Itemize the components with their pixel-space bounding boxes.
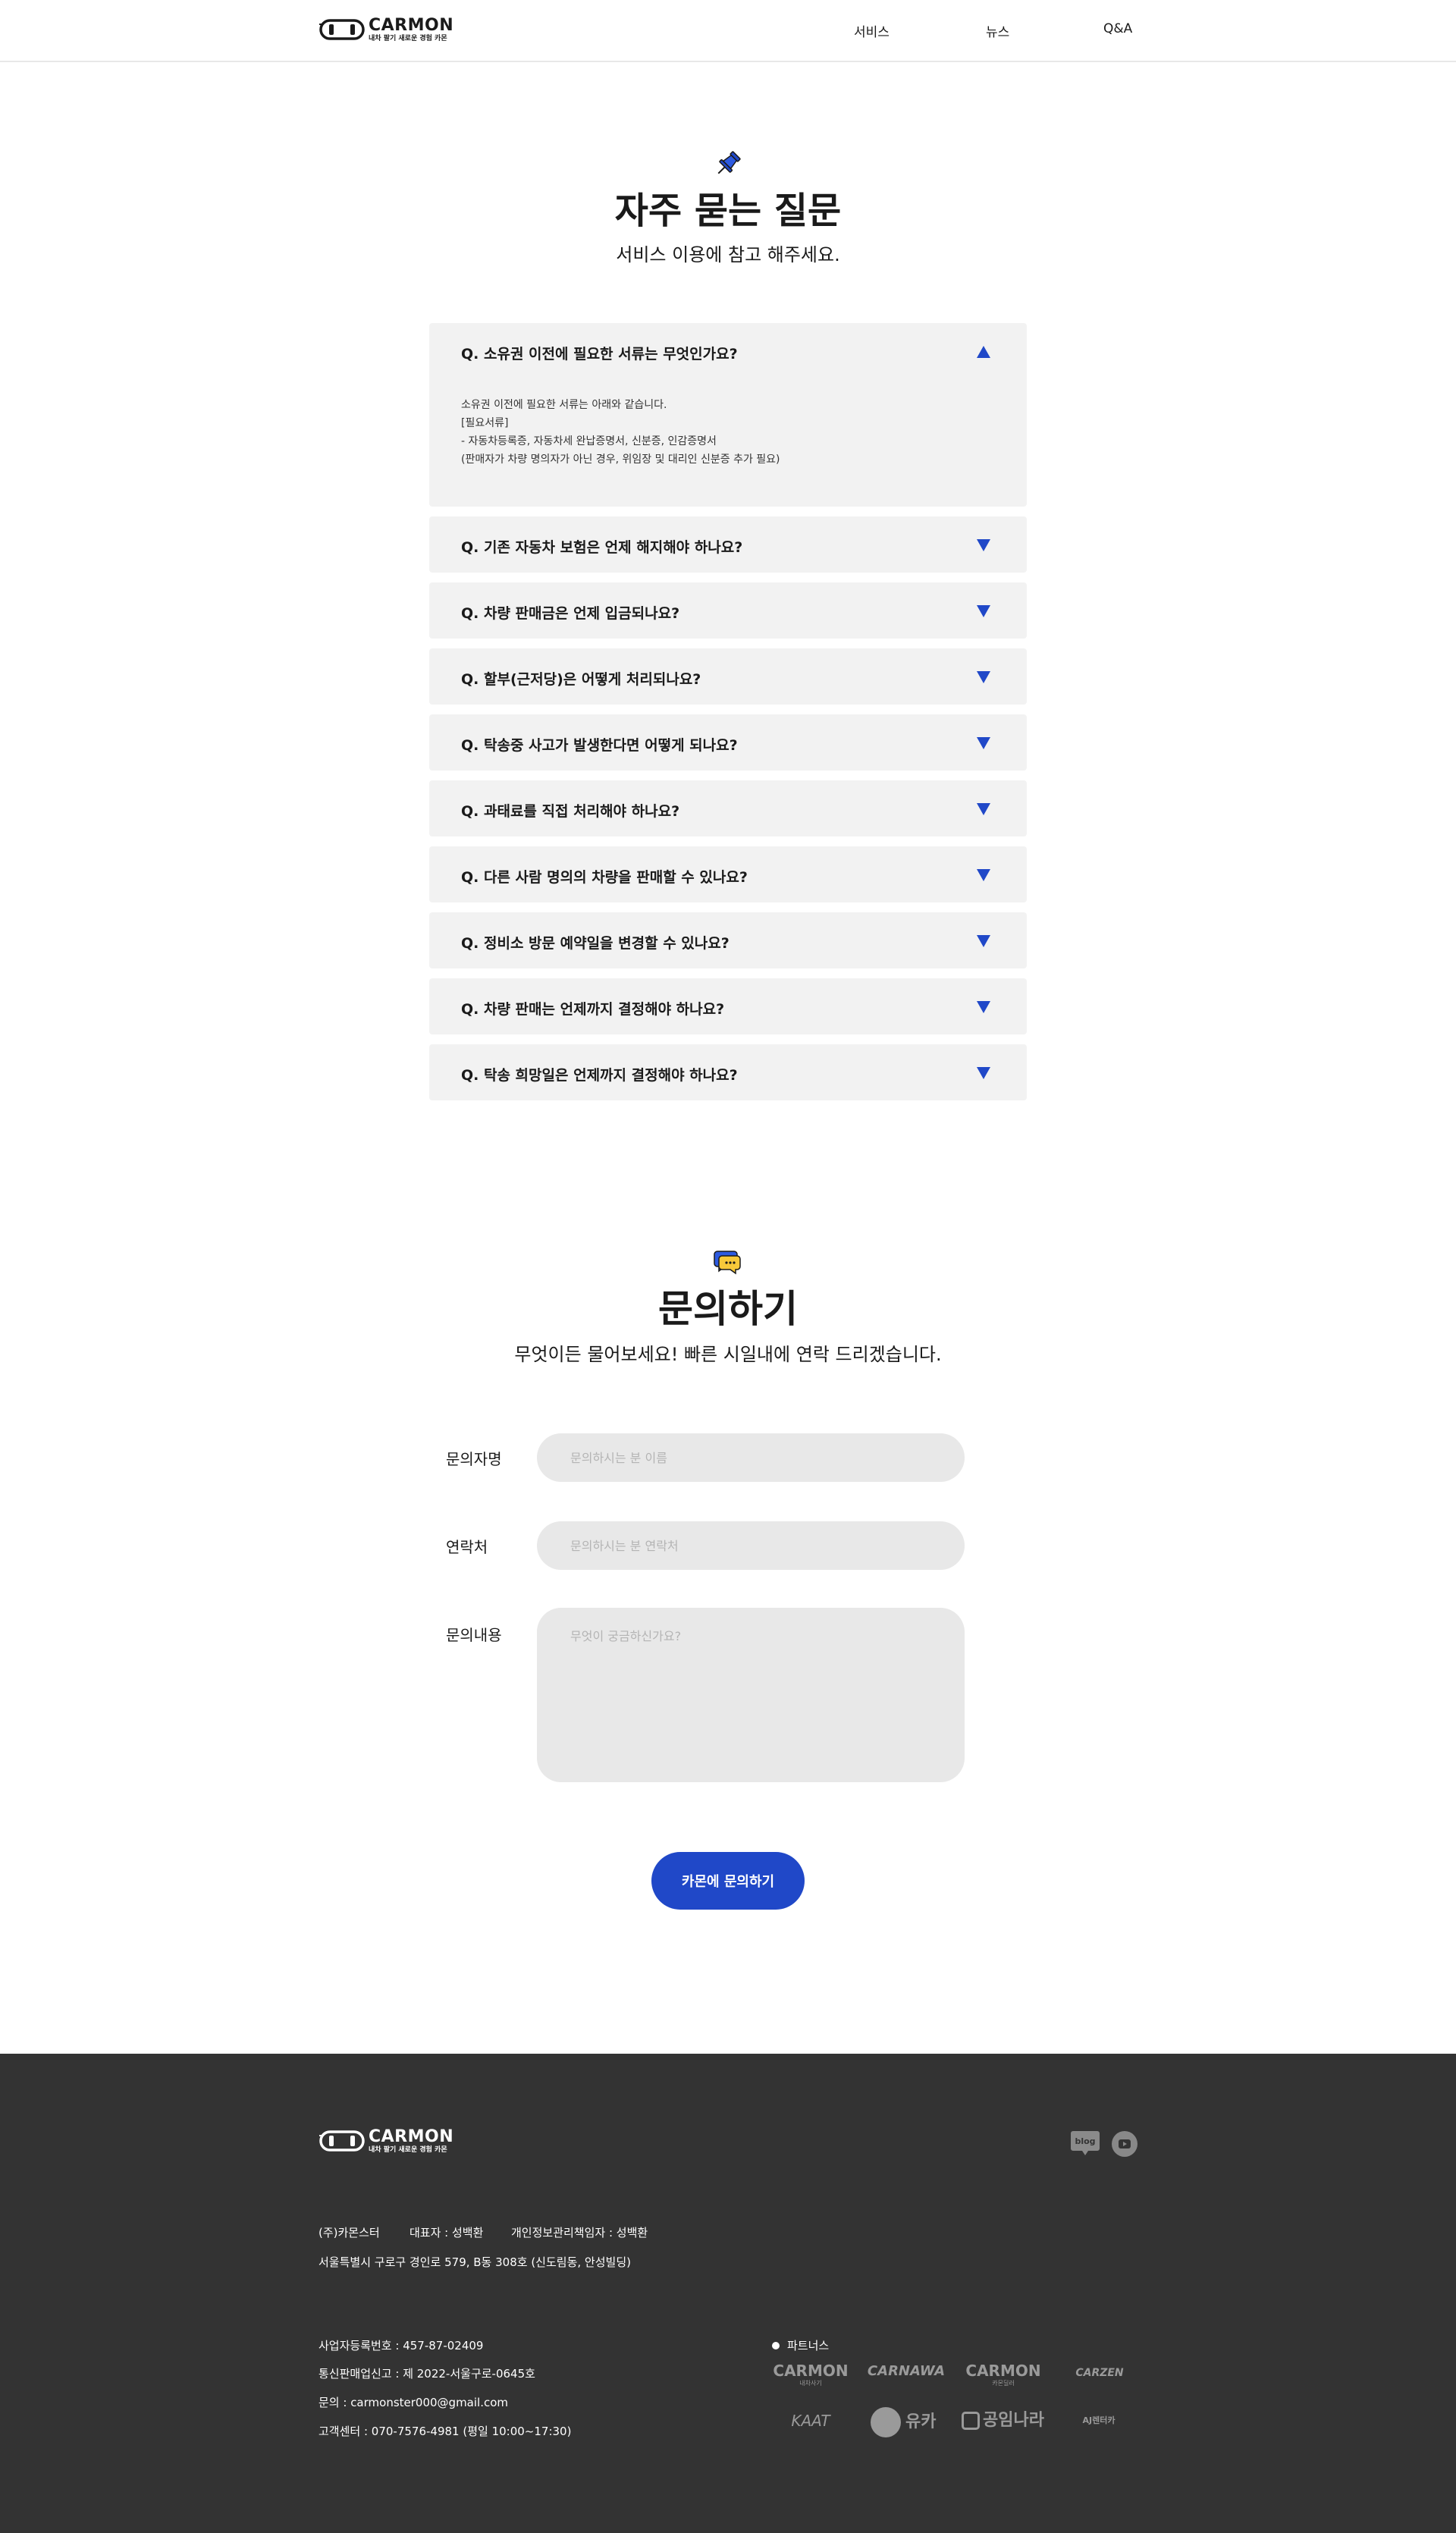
faq-question: Q. 소유권 이전에 필요한 서류는 무엇인가요? (461, 346, 738, 363)
partner-name: 유카 (905, 2412, 937, 2431)
arrow-down-icon[interactable] (977, 539, 990, 551)
pushpin-icon (717, 151, 741, 174)
hexagon-icon (962, 2412, 980, 2430)
inquiry-subtitle: 무엇이든 물어보세요! 빠른 시일내에 연락 드리겠습니다. (514, 1344, 942, 1365)
bullet-dot-icon (772, 2341, 780, 2349)
faq-question: Q. 탁송중 사고가 발생한다면 어떻게 되나요? (461, 737, 738, 754)
faq-question: Q. 정비소 방문 예약일을 변경할 수 있나요? (461, 935, 730, 952)
ecommerce-number: 통신판매업신고 : 제 2022-서울구로-0645호 (318, 2367, 535, 2381)
partner-name: CARNAWA (867, 2363, 946, 2379)
faq-question: Q. 다른 사람 명의의 차량을 판매할 수 있나요? (461, 869, 748, 886)
nav-news[interactable]: 뉴스 (986, 21, 1009, 40)
company-name: (주)카몬스터 (318, 2226, 380, 2240)
arrow-down-icon[interactable] (977, 869, 990, 881)
arrow-down-icon[interactable] (977, 671, 990, 683)
contact-input[interactable] (537, 1521, 965, 1570)
arrow-down-icon[interactable] (977, 1001, 990, 1013)
partner-name: CARZEN (1075, 2367, 1124, 2379)
faq-item[interactable]: Q. 할부(근저당)은 어떻게 처리되나요? (429, 648, 1027, 705)
blog-icon[interactable]: blog (1071, 2130, 1100, 2157)
faq-answer-line: (판매자가 차량 명의자가 아닌 경우, 위임장 및 대리인 신분증 추가 필요… (461, 454, 780, 466)
site-header: CARMON 내차 팔기 새로운 경험 카몬 서비스 뉴스 Q&A (0, 0, 1456, 62)
faq-question: Q. 할부(근저당)은 어떻게 처리되나요? (461, 671, 701, 688)
partner-sub: 카몬딜러 (992, 2380, 1015, 2387)
ceo-name: 대표자 : 성백환 (410, 2226, 484, 2240)
faq-item[interactable]: Q. 기존 자동차 보험은 언제 해지해야 하나요? (429, 516, 1027, 573)
partner-logo[interactable]: 유카 (871, 2407, 946, 2437)
faq-item[interactable]: Q. 탁송중 사고가 발생한다면 어떻게 되나요? (429, 714, 1027, 771)
contact-email[interactable]: 문의 : carmonster000@gmail.com (318, 2394, 508, 2410)
footer-logo-tagline: 내차 팔기 새로운 경험 카몬 (369, 2145, 447, 2154)
customer-center: 고객센터 : 070-7576-4981 (평일 10:00~17:30) (318, 2425, 572, 2438)
arrow-down-icon[interactable] (977, 803, 990, 815)
faq-item[interactable]: Q. 차량 판매는 언제까지 결정해야 하나요? (429, 978, 1027, 1034)
contact-label: 연락처 (446, 1538, 488, 1556)
partners-title: 파트너스 (772, 2337, 829, 2353)
arrow-up-icon[interactable] (977, 346, 990, 358)
footer-logo-text: CARMON (369, 2127, 454, 2146)
youtube-play-icon (1119, 2139, 1131, 2148)
company-address: 서울특별시 구로구 경인로 579, B동 308호 (신도림동, 안성빌딩) (318, 2255, 631, 2269)
faq-question: Q. 기존 자동차 보험은 언제 해지해야 하나요? (461, 539, 743, 556)
main-nav: 서비스 뉴스 Q&A (0, 21, 1456, 40)
name-input[interactable] (537, 1433, 965, 1482)
partner-logo[interactable]: AJ렌터카 (1059, 2416, 1139, 2425)
faq-answer-line: [필요서류] (461, 417, 509, 429)
partner-name: KAAT (791, 2412, 830, 2430)
privacy-officer: 개인정보관리책임자 : 성백환 (511, 2226, 648, 2240)
partner-name: 공임나라 (983, 2411, 1044, 2430)
business-number: 사업자등록번호 : 457-87-02409 (318, 2339, 484, 2353)
partner-logo[interactable]: CARMON 내차사기 (770, 2363, 851, 2387)
partner-logo[interactable]: 공임나라 (962, 2412, 1045, 2430)
partner-name: AJ렌터카 (1082, 2415, 1116, 2425)
name-label: 문의자명 (446, 1450, 502, 1468)
partner-logo[interactable]: CARNAWA (866, 2365, 946, 2378)
site-footer: CARMON 내차 팔기 새로운 경험 카몬 blog (주)카몬스터 대표자 … (0, 2054, 1456, 2533)
car-logo-icon (319, 2130, 365, 2152)
faq-answer-line: - 자동차등록증, 자동차세 완납증명서, 신분증, 인감증명서 (461, 435, 717, 447)
arrow-down-icon[interactable] (977, 935, 990, 947)
arrow-down-icon[interactable] (977, 605, 990, 617)
faq-item[interactable]: Q. 정비소 방문 예약일을 변경할 수 있나요? (429, 912, 1027, 968)
partner-name: CARMON (773, 2362, 849, 2380)
partner-logo[interactable]: CARMON 카몬딜러 (963, 2363, 1043, 2387)
partner-name: CARMON (965, 2362, 1041, 2380)
footer-logo[interactable]: CARMON 내차 팔기 새로운 경험 카몬 (318, 2128, 453, 2154)
faq-title: 자주 묻는 질문 (614, 190, 842, 232)
faq-item[interactable]: Q. 탁송 희망일은 언제까지 결정해야 하나요? (429, 1044, 1027, 1100)
faq-question: Q. 탁송 희망일은 언제까지 결정해야 하나요? (461, 1067, 738, 1084)
partner-logo[interactable]: CARZEN (1060, 2368, 1139, 2378)
nav-qna[interactable]: Q&A (1103, 21, 1132, 36)
faq-item[interactable]: Q. 과태료를 직접 처리해야 하나요? (429, 780, 1027, 836)
speech-bubble-icon (714, 1251, 741, 1275)
faq-answer: 소유권 이전에 필요한 서류는 아래와 같습니다. [필요서류] - 자동차등록… (461, 396, 780, 469)
blog-label: blog (1075, 2136, 1095, 2146)
faq-question: Q. 차량 판매는 언제까지 결정해야 하나요? (461, 1001, 725, 1018)
arrow-down-icon[interactable] (977, 737, 990, 749)
partners-label: 파트너스 (787, 2339, 830, 2353)
faq-subtitle: 서비스 이용에 참고 해주세요. (616, 244, 840, 265)
faq-question: Q. 차량 판매금은 언제 입금되나요? (461, 605, 680, 622)
faq-item[interactable]: Q. 소유권 이전에 필요한 서류는 무엇인가요? 소유권 이전에 필요한 서류… (429, 323, 1027, 507)
faq-answer-line: 소유권 이전에 필요한 서류는 아래와 같습니다. (461, 399, 667, 411)
yuka-circle-icon (871, 2407, 901, 2437)
submit-inquiry-button[interactable]: 카몬에 문의하기 (651, 1852, 805, 1910)
faq-item[interactable]: Q. 다른 사람 명의의 차량을 판매할 수 있나요? (429, 846, 1027, 902)
partner-sub: 내차사기 (799, 2380, 822, 2387)
inquiry-title: 문의하기 (658, 1287, 798, 1331)
faq-item[interactable]: Q. 차량 판매금은 언제 입금되나요? (429, 582, 1027, 639)
arrow-down-icon[interactable] (977, 1067, 990, 1079)
partner-logo[interactable]: KAAT (770, 2413, 851, 2428)
content-label: 문의내용 (446, 1626, 502, 1644)
content-textarea[interactable] (537, 1608, 965, 1782)
nav-service[interactable]: 서비스 (854, 21, 890, 40)
faq-list: Q. 소유권 이전에 필요한 서류는 무엇인가요? 소유권 이전에 필요한 서류… (429, 323, 1027, 1110)
youtube-icon[interactable] (1112, 2131, 1138, 2157)
faq-question: Q. 과태료를 직접 처리해야 하나요? (461, 803, 680, 820)
